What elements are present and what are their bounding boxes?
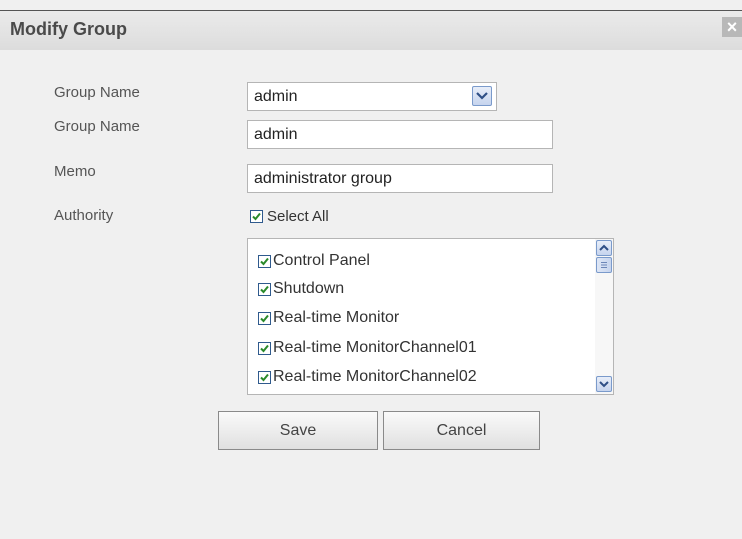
group-select-label: Group Name [54,84,140,101]
group-name-value: admin [254,126,298,143]
list-item[interactable]: Real-time MonitorChannel02 [258,368,477,386]
checkbox-checked-icon[interactable] [258,254,271,268]
group-select[interactable]: admin [247,82,497,111]
close-icon[interactable]: × [722,17,742,37]
group-name-label: Group Name [54,118,140,135]
checkbox-checked-icon[interactable] [258,370,271,384]
checkbox-checked-icon[interactable] [258,341,271,355]
dialog-titlebar: Modify Group × [0,10,742,50]
list-item-label: Control Panel [273,252,370,269]
group-select-value: admin [254,88,298,105]
authority-list-scrollbar[interactable] [595,239,613,394]
authority-label: Authority [54,207,114,224]
group-name-input[interactable]: admin [247,120,553,149]
list-item[interactable]: Control Panel [258,252,370,270]
dialog-title: Modify Group [10,19,127,39]
chevron-down-icon[interactable] [596,376,612,392]
scrollbar-thumb[interactable] [596,257,612,273]
save-button[interactable]: Save [218,411,378,450]
list-item-label: Real-time MonitorChannel01 [273,339,477,356]
select-all-label: Select All [267,207,329,225]
checkbox-checked-icon[interactable] [258,311,271,325]
memo-value: administrator group [254,170,392,187]
list-item[interactable]: Shutdown [258,280,344,298]
list-item-label: Real-time MonitorChannel02 [273,368,477,385]
select-all-checkbox[interactable]: Select All [250,207,329,225]
list-item[interactable]: Real-time MonitorChannel01 [258,339,477,357]
cancel-button[interactable]: Cancel [383,411,540,450]
authority-list[interactable]: Control Panel Shutdown Real-time Monitor… [247,238,614,395]
memo-label: Memo [54,163,96,180]
chevron-up-icon[interactable] [596,240,612,256]
memo-input[interactable]: administrator group [247,164,553,193]
list-item[interactable]: Real-time Monitor [258,309,399,327]
list-item-label: Real-time Monitor [273,309,400,326]
list-item-label: Shutdown [273,280,345,297]
checkbox-checked-icon[interactable] [250,209,263,223]
modify-group-dialog: Modify Group × Group Name admin Group Na… [0,0,742,539]
checkbox-checked-icon[interactable] [258,282,271,296]
chevron-down-icon[interactable] [472,86,492,106]
